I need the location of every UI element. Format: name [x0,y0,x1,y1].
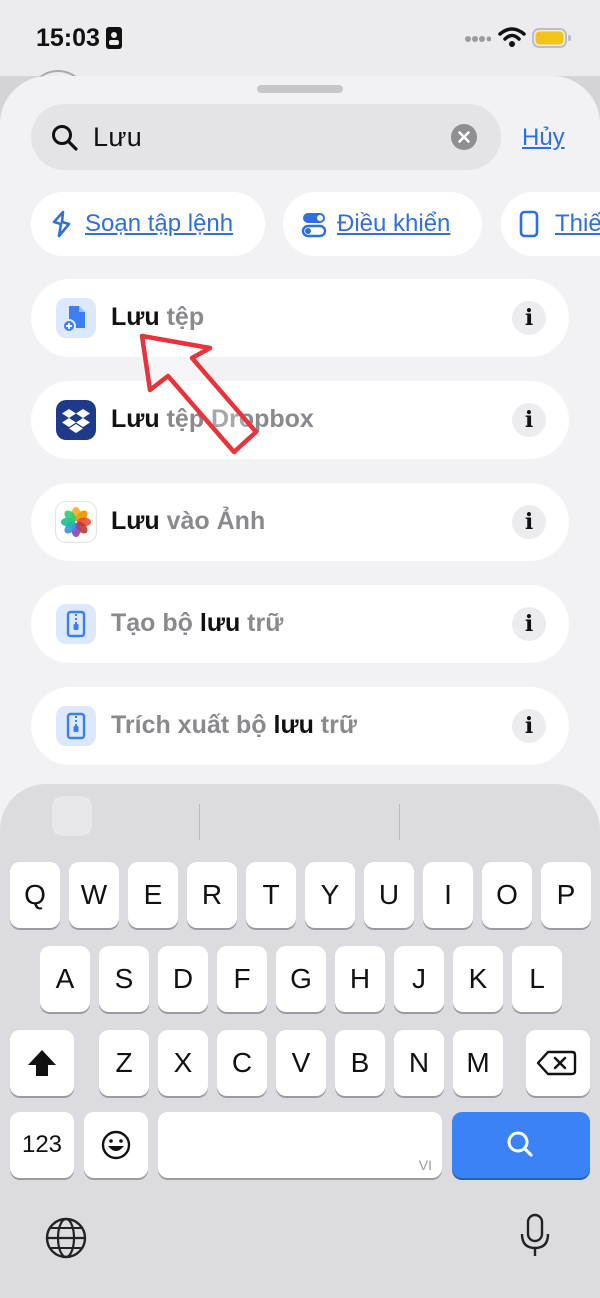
keyboard: Q W E R T Y U I O P A S D F G H J K L Z … [0,784,600,1298]
search-submit-key[interactable] [452,1112,590,1178]
archive-icon [56,706,96,746]
chip-device[interactable]: Thiế [501,192,600,256]
result-save-dropbox[interactable]: Lưu tệp Dropbox i [31,381,569,459]
space-key[interactable]: VI [158,1112,442,1178]
result-title: Lưu tệp [111,303,205,331]
key-i[interactable]: I [423,862,473,928]
key-b[interactable]: B [335,1030,385,1096]
result-title: Lưu tệp Dropbox [111,405,314,433]
search-icon [52,125,78,151]
result-save-file[interactable]: Lưu tệp i [31,279,569,357]
id-card-icon [106,27,122,49]
search-icon [507,1131,533,1157]
key-n[interactable]: N [394,1030,444,1096]
photos-icon [56,502,96,542]
status-bar: 15:03 [0,0,600,76]
signal-icon [465,36,491,42]
close-icon [458,131,470,143]
key-t[interactable]: T [246,862,296,928]
key-x[interactable]: X [158,1030,208,1096]
wifi-icon [498,27,526,47]
toggle-icon [301,213,327,238]
key-y[interactable]: Y [305,862,355,928]
delete-key[interactable] [526,1030,590,1096]
key-m[interactable]: M [453,1030,503,1096]
dropbox-icon [56,400,96,440]
chip-label: Thiế [555,210,600,237]
phone-icon [519,210,539,238]
key-v[interactable]: V [276,1030,326,1096]
result-save-photos[interactable]: Lưu vào Ảnh i [31,483,569,561]
key-z[interactable]: Z [99,1030,149,1096]
info-button[interactable]: i [512,403,546,437]
prediction-divider [399,804,400,840]
key-g[interactable]: G [276,946,326,1012]
files-icon [56,298,96,338]
key-q[interactable]: Q [10,862,60,928]
chip-label: Soạn tập lệnh [85,210,234,237]
chip-label: Điều khiển [337,210,451,237]
key-s[interactable]: S [99,946,149,1012]
info-button[interactable]: i [512,607,546,641]
clear-search-button[interactable] [451,124,477,150]
key-f[interactable]: F [217,946,267,1012]
microphone-icon[interactable] [518,1212,552,1260]
result-extract-archive[interactable]: Trích xuất bộ lưu trữ i [31,687,569,765]
globe-icon[interactable] [44,1216,88,1260]
result-title: Lưu vào Ảnh [111,507,266,535]
result-title: Trích xuất bộ lưu trữ [111,711,357,739]
search-field[interactable]: Lưu [31,104,501,170]
emoji-key[interactable] [84,1112,148,1178]
key-l[interactable]: L [512,946,562,1012]
prediction-divider [199,804,200,840]
archive-icon [56,604,96,644]
key-w[interactable]: W [69,862,119,928]
shift-icon [28,1050,56,1076]
chip-controls[interactable]: Điều khiển [283,192,482,256]
key-c[interactable]: C [217,1030,267,1096]
key-a[interactable]: A [40,946,90,1012]
key-e[interactable]: E [128,862,178,928]
chip-scripting[interactable]: Soạn tập lệnh [31,192,265,256]
scripting-icon [52,210,71,238]
key-k[interactable]: K [453,946,503,1012]
key-u[interactable]: U [364,862,414,928]
cancel-button[interactable]: Hủy [522,124,565,152]
battery-icon [532,28,571,48]
numbers-key[interactable]: 123 [10,1112,74,1178]
status-time: 15:03 [36,24,100,52]
shift-key[interactable] [10,1030,74,1096]
key-p[interactable]: P [541,862,591,928]
sheet-grabber[interactable] [257,85,343,93]
key-h[interactable]: H [335,946,385,1012]
key-j[interactable]: J [394,946,444,1012]
result-title: Tạo bộ lưu trữ [111,609,284,637]
info-button[interactable]: i [512,709,546,743]
key-d[interactable]: D [158,946,208,1012]
blurred-background [52,796,92,836]
search-input[interactable]: Lưu [93,122,142,153]
info-button[interactable]: i [512,301,546,335]
key-o[interactable]: O [482,862,532,928]
keyboard-language-label: VI [418,1157,432,1173]
result-create-archive[interactable]: Tạo bộ lưu trữ i [31,585,569,663]
key-r[interactable]: R [187,862,237,928]
emoji-icon [101,1130,131,1160]
backspace-icon [536,1050,577,1076]
info-button[interactable]: i [512,505,546,539]
